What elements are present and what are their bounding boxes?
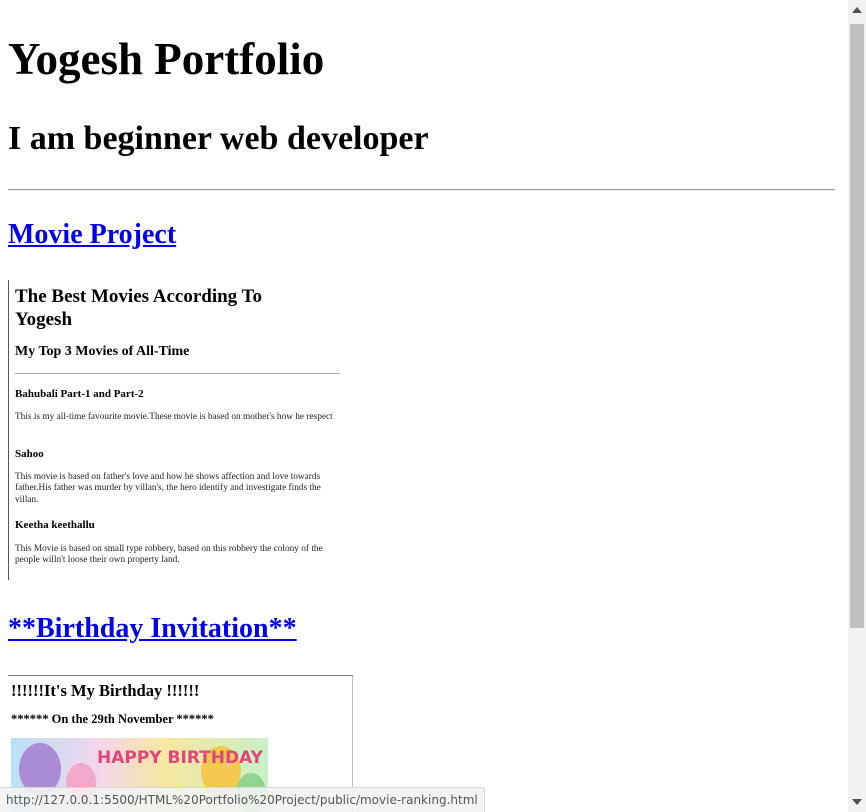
- movie-name: Bahubali Part-1 and Part-2: [15, 388, 144, 400]
- movie-frame-title: The Best Movies According To Yogesh: [15, 286, 263, 330]
- movie-name: Sahoo: [15, 448, 44, 460]
- movie-frame-divider: [15, 373, 340, 374]
- birthday-frame-title: !!!!!!It's My Birthday !!!!!!: [11, 681, 200, 700]
- birthday-invitation-link[interactable]: **Birthday Invitation**: [8, 612, 297, 646]
- scrollbar-thumb[interactable]: [850, 24, 864, 628]
- scroll-up-arrow-icon[interactable]: [848, 0, 866, 20]
- vertical-scrollbar[interactable]: [848, 0, 866, 812]
- birthday-frame-subtitle: ****** On the 29th November ******: [11, 712, 214, 726]
- page-title: Yogesh Portfolio: [8, 34, 325, 84]
- movie-project-iframe[interactable]: The Best Movies According To Yogesh My T…: [8, 280, 349, 580]
- section-divider: [8, 189, 835, 191]
- movie-frame-subtitle: My Top 3 Movies of All-Time: [15, 344, 190, 359]
- scroll-down-arrow-icon[interactable]: [848, 792, 866, 812]
- page-subtitle: I am beginner web developer: [8, 120, 429, 157]
- movie-description: This Movie is based on small type robber…: [15, 544, 323, 566]
- status-bar-url: http://127.0.0.1:5500/HTML%20Portfolio%2…: [0, 787, 485, 812]
- page-viewport: Yogesh Portfolio I am beginner web devel…: [0, 0, 848, 812]
- movie-description: This movie is based on father's love and…: [15, 472, 321, 505]
- movie-project-link[interactable]: Movie Project: [8, 218, 176, 252]
- movie-name: Keetha keethallu: [15, 519, 95, 531]
- birthday-image-text: HAPPY BIRTHDAY: [97, 748, 263, 768]
- movie-description: This is my all-time favourite movie.Thes…: [15, 412, 333, 422]
